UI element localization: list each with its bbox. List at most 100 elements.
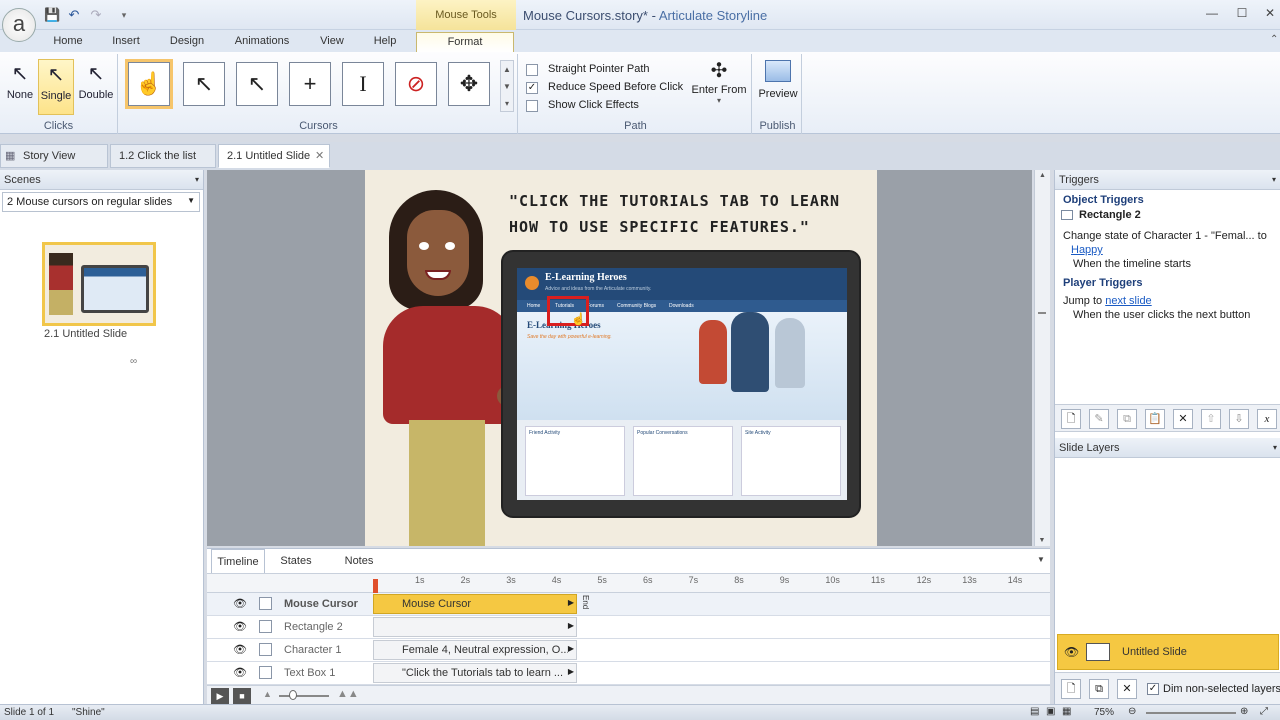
- zoom-in-icon[interactable]: ▲▲: [337, 688, 359, 700]
- timeline-bar[interactable]: "Click the Tutorials tab to learn ... ▶: [373, 663, 577, 683]
- timeline-layer-row[interactable]: 👁 Text Box 1 "Click the Tutorials tab to l…: [207, 662, 1050, 685]
- timeline-collapse-icon[interactable]: ▼: [1037, 555, 1045, 564]
- undo-icon[interactable]: ↶: [66, 7, 82, 23]
- end-marker[interactable]: End: [581, 595, 590, 609]
- bar-expand-icon[interactable]: ▶: [568, 667, 574, 676]
- zoom-slider-thumb[interactable]: [289, 690, 297, 700]
- timeline-bar[interactable]: Mouse Cursor ▶: [373, 594, 577, 614]
- tab-notes[interactable]: Notes: [329, 549, 389, 573]
- tablet-frame[interactable]: E-Learning Heroes Advice and ideas from …: [501, 250, 861, 518]
- bar-expand-icon[interactable]: ▶: [568, 644, 574, 653]
- tab-home[interactable]: Home: [44, 32, 92, 52]
- trigger-2-action[interactable]: Jump to next slide: [1063, 295, 1152, 307]
- app-logo[interactable]: a: [2, 8, 36, 42]
- timeline-bar[interactable]: Female 4, Neutral expression, O... ▶: [373, 640, 577, 660]
- close-button[interactable]: ✕: [1260, 6, 1280, 22]
- qat-customize-icon[interactable]: ▾: [116, 7, 132, 23]
- status-zoom-slider[interactable]: [1146, 712, 1236, 714]
- tab-view[interactable]: View: [310, 32, 354, 52]
- view-fit-icon[interactable]: ▣: [1046, 706, 1055, 717]
- slide-thumbnail[interactable]: [42, 242, 156, 326]
- tab-format[interactable]: Format: [416, 32, 514, 52]
- tab-help[interactable]: Help: [364, 32, 406, 52]
- new-trigger-icon[interactable]: 🗋: [1061, 409, 1081, 429]
- close-tab-icon[interactable]: ✕: [315, 145, 324, 167]
- zoom-slider[interactable]: [279, 695, 329, 697]
- edit-trigger-icon[interactable]: ✎: [1089, 409, 1109, 429]
- lock-checkbox[interactable]: [259, 597, 272, 610]
- arrow-cursor-option[interactable]: ↖: [183, 62, 225, 106]
- view-grid-icon[interactable]: ▦: [1062, 706, 1071, 717]
- enter-from-button[interactable]: ✣ Enter From ▾: [688, 58, 750, 116]
- dim-layers-checkbox[interactable]: ✓: [1147, 683, 1159, 695]
- timeline-bar[interactable]: ▶: [373, 617, 577, 637]
- stage-scrollbar[interactable]: ▲ ▼: [1034, 170, 1050, 546]
- zoom-plus-icon[interactable]: ⊕: [1240, 706, 1248, 717]
- playhead[interactable]: [373, 579, 378, 593]
- panel-menu-icon[interactable]: ▾: [1273, 438, 1277, 458]
- move-cursor-option[interactable]: ✥: [448, 62, 490, 106]
- click-double-button[interactable]: ↖ Double: [76, 59, 116, 115]
- click-effects-checkbox[interactable]: [526, 100, 538, 112]
- minimize-button[interactable]: —: [1202, 6, 1222, 22]
- stop-icon[interactable]: ■: [233, 688, 251, 704]
- slide-quote-text[interactable]: "CLICK THE TUTORIALS TAB TO LEARN HOW TO…: [509, 188, 859, 240]
- slide-canvas[interactable]: "CLICK THE TUTORIALS TAB TO LEARN HOW TO…: [365, 170, 877, 546]
- panel-menu-icon[interactable]: ▾: [1272, 170, 1276, 190]
- lock-checkbox[interactable]: [259, 643, 272, 656]
- hand-cursor-option[interactable]: ☝: [125, 59, 173, 109]
- trigger-2-link[interactable]: next slide: [1105, 295, 1151, 307]
- lock-checkbox[interactable]: [259, 620, 272, 633]
- eye-icon[interactable]: 👁: [233, 597, 247, 610]
- mouse-cursor-icon[interactable]: ☝: [571, 312, 586, 326]
- ribbon-collapse-icon[interactable]: ⌃: [1270, 34, 1278, 45]
- ibeam-cursor-option[interactable]: I: [342, 62, 384, 106]
- delete-layer-icon[interactable]: ✕: [1117, 679, 1137, 699]
- paste-trigger-icon[interactable]: 📋: [1145, 409, 1165, 429]
- scroll-down-icon[interactable]: ▼: [1035, 537, 1049, 544]
- fit-window-icon[interactable]: ⤢: [1260, 706, 1268, 717]
- panel-menu-icon[interactable]: ▾: [195, 170, 199, 190]
- eye-icon[interactable]: 👁: [233, 643, 247, 656]
- new-layer-icon[interactable]: 🗋: [1061, 679, 1081, 699]
- click-none-button[interactable]: ↖ None: [2, 59, 38, 115]
- tab-states[interactable]: States: [269, 549, 323, 573]
- eye-icon[interactable]: 👁: [233, 666, 247, 679]
- maximize-button[interactable]: ☐: [1232, 6, 1252, 22]
- eye-icon[interactable]: 👁: [233, 620, 247, 633]
- tab-animations[interactable]: Animations: [226, 32, 298, 52]
- redo-icon[interactable]: ↷: [88, 7, 104, 23]
- straight-path-checkbox[interactable]: [526, 64, 538, 76]
- tab-insert[interactable]: Insert: [104, 32, 148, 52]
- tab-slide-1-2[interactable]: 1.2 Click the list: [110, 144, 216, 168]
- zoom-out-icon[interactable]: ▲: [263, 689, 272, 699]
- timeline-layer-row[interactable]: 👁 Rectangle 2 ▶: [207, 616, 1050, 639]
- variables-icon[interactable]: x: [1257, 409, 1277, 429]
- scroll-up-icon[interactable]: ▲: [1035, 172, 1050, 179]
- view-normal-icon[interactable]: ▤: [1030, 706, 1039, 717]
- eye-icon[interactable]: 👁: [1064, 645, 1079, 659]
- trigger-object-name[interactable]: Rectangle 2: [1079, 209, 1141, 221]
- bar-expand-icon[interactable]: ▶: [568, 621, 574, 630]
- unavailable-cursor-option[interactable]: ⊘: [395, 62, 437, 106]
- move-down-icon[interactable]: ⇩: [1229, 409, 1249, 429]
- tab-timeline[interactable]: Timeline: [211, 549, 265, 573]
- reduce-speed-checkbox[interactable]: ✓: [526, 82, 538, 94]
- base-layer-row[interactable]: 👁 Untitled Slide: [1057, 634, 1279, 670]
- bar-expand-icon[interactable]: ▶: [568, 598, 574, 607]
- tab-slide-2-1[interactable]: 2.1 Untitled Slide ✕: [218, 144, 330, 168]
- play-icon[interactable]: ▶: [211, 688, 229, 704]
- tab-story-view[interactable]: ▦ Story View: [0, 144, 108, 168]
- cursor-gallery-scroll[interactable]: ▲ ▼ ▾: [500, 60, 514, 112]
- preview-button[interactable]: Preview: [756, 58, 800, 108]
- tab-design[interactable]: Design: [162, 32, 212, 52]
- scene-dropdown[interactable]: 2 Mouse cursors on regular slides ▼: [2, 192, 200, 212]
- trigger-1-action[interactable]: Change state of Character 1 - "Femal... …: [1063, 230, 1267, 242]
- save-icon[interactable]: 💾: [44, 7, 60, 23]
- duplicate-layer-icon[interactable]: ⧉: [1089, 679, 1109, 699]
- click-single-button[interactable]: ↖ Single: [38, 59, 74, 115]
- copy-trigger-icon[interactable]: ⧉: [1117, 409, 1137, 429]
- trigger-1-state-link[interactable]: Happy: [1071, 244, 1103, 256]
- busy-cursor-option[interactable]: ↖: [236, 62, 278, 106]
- crosshair-cursor-option[interactable]: +: [289, 62, 331, 106]
